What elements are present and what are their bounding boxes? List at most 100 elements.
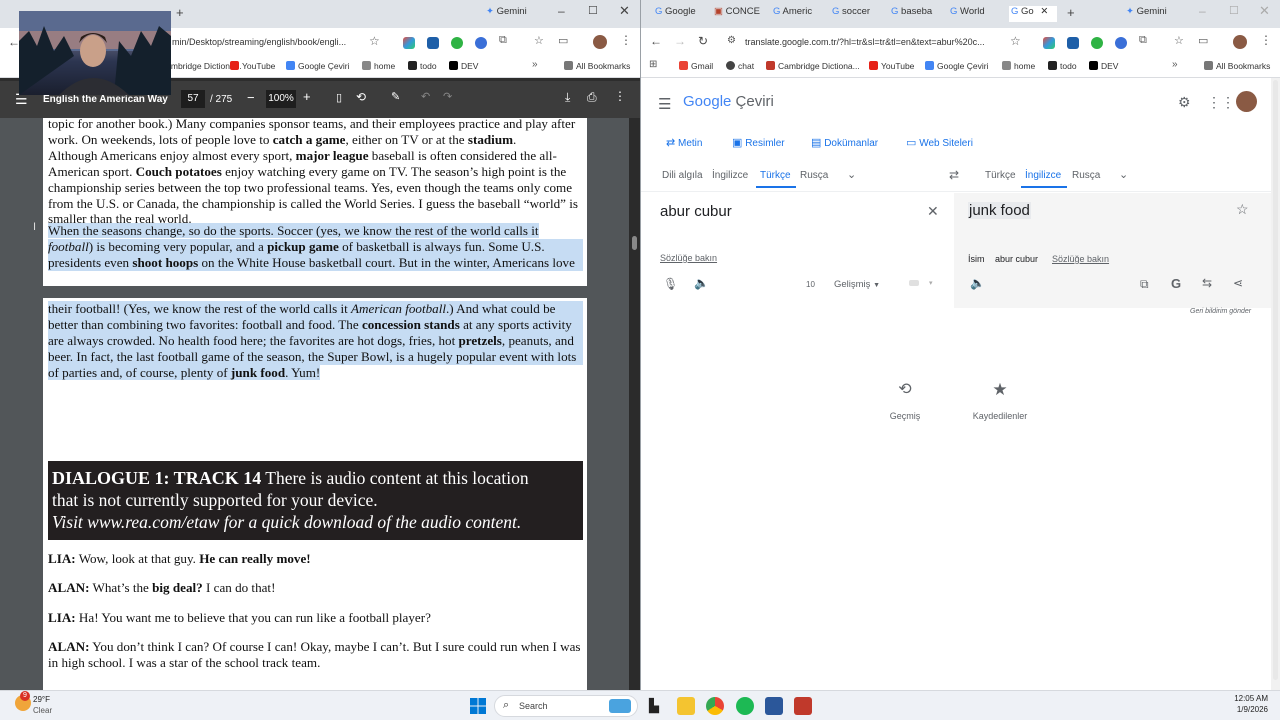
bookmark-star-icon[interactable]: ☆ — [1010, 34, 1021, 48]
bookmark-item[interactable]: Google Çeviri — [925, 61, 989, 71]
source-lang-russian[interactable]: Rusça — [800, 170, 828, 181]
bookmark-item[interactable]: Gmail — [679, 61, 713, 71]
rotate-icon[interactable]: ⟲ — [356, 90, 366, 104]
extension-icon[interactable] — [1115, 37, 1127, 49]
all-bookmarks[interactable]: All Bookmarks — [1204, 61, 1270, 71]
tab-gemini[interactable]: ✦ Gemini — [486, 6, 527, 22]
target-text[interactable]: junk food — [968, 202, 1031, 219]
extension-icon[interactable] — [427, 37, 439, 49]
target-lang-dropdown-icon[interactable]: ⌄ — [1119, 168, 1128, 181]
bookmarks-icon[interactable]: ☆ — [534, 34, 544, 47]
tab-active[interactable]: G Go ✕ — [1009, 6, 1057, 22]
start-button[interactable] — [470, 698, 486, 714]
new-tab-button[interactable]: + — [1067, 5, 1075, 20]
fit-page-icon[interactable]: ▯ — [336, 91, 342, 104]
tool-tab-text[interactable]: ⇄ Metin — [666, 136, 702, 149]
chrome-icon[interactable] — [706, 697, 724, 715]
sidepanel-icon[interactable]: ▭ — [558, 34, 568, 47]
google-search-icon[interactable]: G — [1171, 276, 1181, 291]
extension-icon[interactable] — [1043, 37, 1055, 49]
tab[interactable]: G soccer — [832, 6, 888, 22]
target-lang-turkish[interactable]: Türkçe — [985, 170, 1016, 181]
notepad-icon[interactable] — [765, 697, 783, 715]
maximize-button[interactable]: ☐ — [1229, 4, 1239, 17]
scrollbar-track[interactable] — [629, 118, 640, 690]
history-button[interactable]: ⟲ Geçmiş — [880, 375, 930, 421]
tab[interactable]: G Americ — [773, 6, 829, 22]
close-window-button[interactable]: ✕ — [619, 3, 630, 19]
page-number-input[interactable]: 57 — [181, 90, 205, 108]
target-lang-russian[interactable]: Rusça — [1072, 170, 1100, 181]
menu-kebab-icon[interactable]: ⋮ — [620, 33, 632, 47]
clock-time[interactable]: 12:05 AM — [1228, 694, 1268, 703]
bookmark-item[interactable]: Google Çeviri — [286, 61, 350, 71]
site-info-icon[interactable]: ⚙ — [727, 35, 736, 46]
clear-source-icon[interactable]: ✕ — [927, 203, 939, 220]
target-lang-english[interactable]: İngilizce — [1025, 170, 1061, 181]
extension-icon[interactable] — [1067, 37, 1079, 49]
file-explorer-icon[interactable] — [677, 697, 695, 715]
google-translate-logo[interactable]: Google Çeviri — [683, 93, 774, 110]
voicemeeter-icon[interactable] — [794, 697, 812, 715]
bookmark-item[interactable]: Cambridge Dictiona... — [766, 61, 860, 71]
source-lang-turkish[interactable]: Türkçe — [760, 170, 791, 181]
pdf-viewport[interactable]: topic for another book.) Many companies … — [0, 118, 640, 690]
scrollbar-track[interactable] — [1271, 78, 1280, 690]
back-icon[interactable]: ← — [650, 34, 662, 48]
suggest-edit-icon[interactable]: ⇆ — [1202, 276, 1212, 290]
source-text-input[interactable]: abur cubur — [660, 203, 732, 220]
source-lang-english[interactable]: İngilizce — [712, 170, 748, 181]
bookmark-item[interactable]: todo — [1048, 61, 1077, 71]
bookmark-item[interactable]: home — [362, 61, 395, 71]
sidepanel-icon[interactable]: ▭ — [1198, 34, 1208, 47]
tool-tab-websites[interactable]: ▭ Web Siteleri — [906, 136, 973, 149]
save-star-icon[interactable]: ☆ — [1236, 201, 1249, 218]
tab[interactable]: G baseba — [891, 6, 947, 22]
extension-icon[interactable] — [1091, 37, 1103, 49]
dictionary-link-target[interactable]: Sözlüğe bakın — [1052, 254, 1109, 264]
main-menu-icon[interactable]: ☰ — [658, 95, 671, 113]
share-icon[interactable]: ⋖ — [1233, 276, 1243, 290]
url-field[interactable]: translate.google.com.tr/?hl=tr&sl=tr&tl=… — [745, 37, 1005, 47]
scrollbar-thumb[interactable] — [632, 236, 637, 250]
search-box[interactable]: ⌕ Search — [494, 695, 638, 717]
bookmark-star-icon[interactable]: ☆ — [369, 34, 380, 48]
url-field[interactable]: min/Desktop/streaming/english/book/engli… — [172, 37, 362, 47]
tool-tab-documents[interactable]: ▤ Dokümanlar — [811, 136, 878, 149]
bookmark-item[interactable]: DEV — [1089, 61, 1118, 71]
zoom-input[interactable]: 100% — [266, 90, 296, 108]
source-lang-dropdown-icon[interactable]: ⌄ — [847, 168, 856, 181]
close-tab-icon[interactable]: ✕ — [1040, 6, 1048, 17]
apps-grid-icon[interactable]: ⋮⋮ — [1207, 94, 1235, 111]
listen-source-icon[interactable]: 🔈 — [694, 276, 709, 290]
print-icon[interactable]: ⎙ — [587, 90, 597, 105]
more-bookmarks-icon[interactable]: » — [532, 59, 538, 70]
extension-icon[interactable] — [451, 37, 463, 49]
bookmark-item[interactable]: home — [1002, 61, 1035, 71]
saved-button[interactable]: ★ Kaydedilenler — [964, 375, 1036, 421]
minimize-button[interactable]: – — [558, 4, 565, 18]
task-view-icon[interactable]: ▙ — [649, 698, 659, 714]
forward-icon[interactable]: → — [674, 34, 686, 48]
tool-tab-images[interactable]: ▣ Resimler — [732, 136, 785, 149]
keyboard-dropdown-icon[interactable]: ▾ — [929, 279, 933, 287]
new-tab-button[interactable]: + — [176, 5, 184, 20]
bookmarks-icon[interactable]: ☆ — [1174, 34, 1184, 47]
spotify-icon[interactable] — [736, 697, 754, 715]
tab[interactable]: ▣ CONCE — [714, 6, 770, 22]
close-window-button[interactable]: ✕ — [1259, 3, 1270, 19]
pdf-more-icon[interactable]: ⋮ — [614, 89, 626, 103]
copy-icon[interactable]: ⧉ — [1140, 277, 1149, 292]
settings-gear-icon[interactable]: ⚙ — [1178, 94, 1191, 111]
source-lang-detect[interactable]: Dili algıla — [662, 170, 703, 181]
listen-target-icon[interactable]: 🔈 — [970, 276, 985, 290]
maximize-button[interactable]: ☐ — [588, 4, 598, 17]
reload-icon[interactable]: ↻ — [698, 34, 708, 48]
advanced-dropdown[interactable]: Gelişmiş ▼ — [834, 279, 880, 290]
menu-kebab-icon[interactable]: ⋮ — [1260, 33, 1272, 47]
extension-icon[interactable] — [475, 37, 487, 49]
apps-grid-icon[interactable]: ⊞ — [649, 59, 657, 70]
microphone-icon[interactable]: 🎙 — [663, 277, 678, 291]
clock-date[interactable]: 1/9/2026 — [1228, 705, 1268, 714]
keyboard-icon[interactable] — [909, 280, 919, 286]
